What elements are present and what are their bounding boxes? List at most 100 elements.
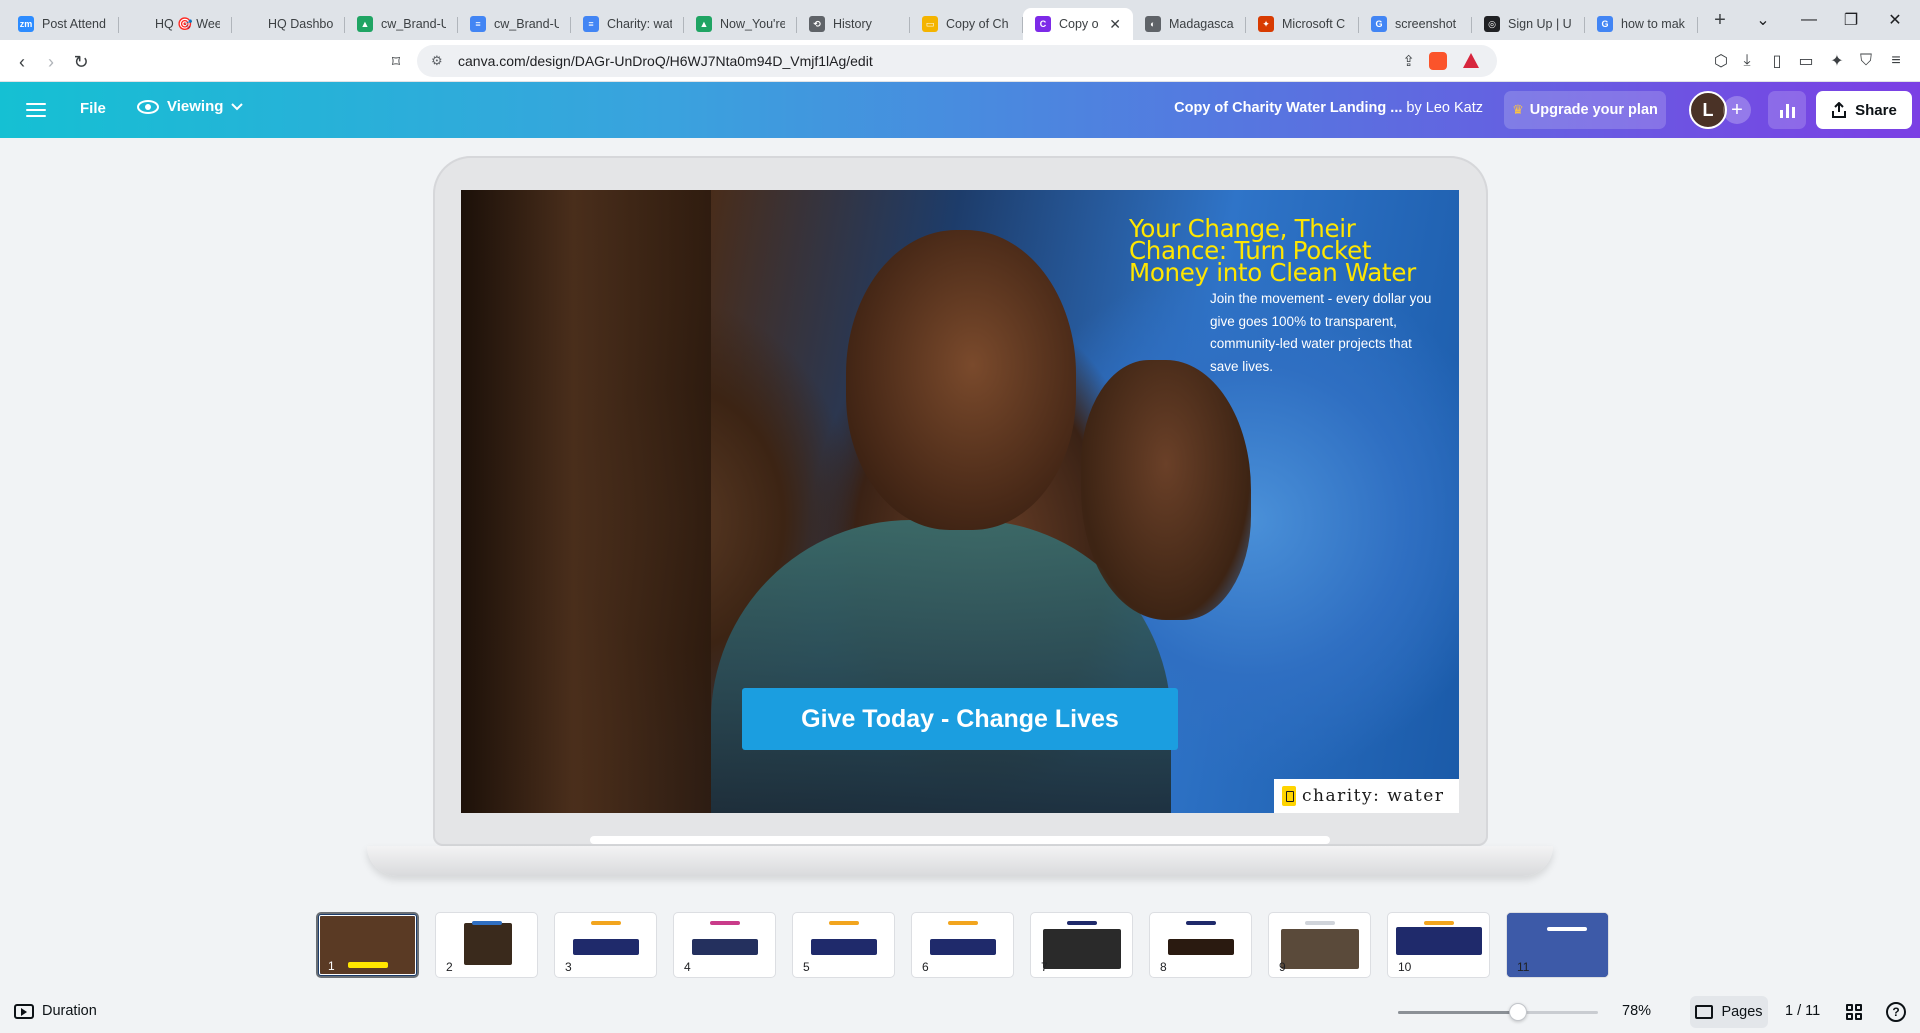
thumbnail-preview-block <box>464 923 512 965</box>
tab-favicon-icon: C <box>1035 16 1051 32</box>
browser-tab[interactable]: Ghow to mak <box>1585 8 1698 40</box>
menu-icon[interactable]: ≡ <box>1886 51 1906 71</box>
tab-favicon-icon: ▲ <box>696 16 712 32</box>
pages-button[interactable]: Pages <box>1690 996 1768 1028</box>
page-thumbnail[interactable]: 10 <box>1387 912 1490 978</box>
zoom-level[interactable]: 78% <box>1622 1003 1651 1019</box>
page-thumbnail[interactable]: 4 <box>673 912 776 978</box>
upgrade-plan-button[interactable]: ♛ Upgrade your plan <box>1504 91 1666 129</box>
browser-tab[interactable]: zm Post Attend <box>6 8 119 40</box>
browser-tab[interactable]: ✦ Microsoft C <box>1246 8 1359 40</box>
leo-ai-icon[interactable]: ✦ <box>1827 51 1847 71</box>
page-counter: 1 / 11 <box>1785 1003 1821 1019</box>
tree-trunk-photo <box>461 190 711 813</box>
tab-title: Post Attend <box>42 17 106 31</box>
tab-favicon-icon <box>244 16 260 32</box>
wallet-icon[interactable]: ▭ <box>1796 51 1816 71</box>
download-icon[interactable]: ⤓ <box>1737 51 1757 71</box>
page-thumbnail[interactable]: 2 <box>435 912 538 978</box>
file-menu[interactable]: File <box>80 100 106 117</box>
tab-favicon-icon: ▲ <box>357 16 373 32</box>
browser-tab[interactable]: ◐ Madagasca <box>1133 8 1246 40</box>
thumbnail-page-number: 9 <box>1279 960 1286 974</box>
close-window-button[interactable]: ✕ <box>1872 0 1918 40</box>
page-thumbnail[interactable]: 1 <box>316 912 419 978</box>
address-bar[interactable]: ⚙ canva.com/design/DAGr-UnDroQ/H6WJ7Nta0… <box>417 45 1497 77</box>
eye-icon <box>137 99 159 114</box>
viewing-mode-dropdown[interactable]: Viewing <box>137 98 244 115</box>
insights-chart-icon[interactable] <box>1768 91 1806 129</box>
thumbnail-preview-block <box>692 939 758 955</box>
close-tab-icon[interactable]: ✕ <box>1109 16 1121 33</box>
page-thumbnail[interactable]: 11 <box>1506 912 1609 978</box>
sidebar-icon[interactable]: ▯ <box>1767 51 1787 71</box>
browser-tab[interactable]: ≡ cw_Brand-U <box>458 8 571 40</box>
thumbnail-accent-block <box>472 921 502 925</box>
restore-button[interactable]: ❐ <box>1828 0 1874 40</box>
tab-favicon-icon: ▭ <box>922 16 938 32</box>
tab-favicon-icon: ≡ <box>470 16 486 32</box>
tab-search-icon[interactable]: ⌄ <box>1740 0 1786 40</box>
brave-rewards-icon[interactable] <box>1463 53 1479 68</box>
thumbnail-page-number: 3 <box>565 960 572 974</box>
bookmark-icon[interactable]: ⌑ <box>383 49 409 75</box>
page-thumbnail[interactable]: 5 <box>792 912 895 978</box>
tab-title: cw_Brand-U <box>494 17 559 31</box>
browser-tab[interactable]: HQ Dashboard <box>232 8 345 40</box>
tab-title: screenshot <box>1395 17 1457 31</box>
zoom-slider-handle[interactable] <box>1509 1003 1527 1021</box>
give-today-button[interactable]: Give Today - Change Lives <box>742 688 1178 750</box>
share-page-icon[interactable]: ⇪ <box>1402 52 1415 70</box>
thumbnail-accent-block <box>710 921 740 925</box>
tab-title: HQ Dashboard <box>268 17 333 31</box>
tab-favicon-icon: ◎ <box>1484 16 1500 32</box>
main-menu-icon[interactable] <box>26 100 46 120</box>
design-owner: by Leo Katz <box>1406 100 1483 116</box>
tab-title: Copy o <box>1059 17 1099 31</box>
laptop-mockup-hinge <box>590 836 1330 844</box>
logo-wordmark: charity: water <box>1302 786 1445 806</box>
thumbnail-preview-block <box>1043 929 1121 969</box>
duration-button[interactable]: Duration <box>14 1003 97 1019</box>
browser-tab[interactable]: HQ 🎯 Week 1 <box>119 8 232 40</box>
zoom-slider[interactable] <box>1398 1003 1598 1021</box>
browser-tab[interactable]: ▭ Copy of Ch <box>910 8 1023 40</box>
brave-shields-icon[interactable] <box>1429 52 1447 70</box>
add-collaborator-button[interactable]: + <box>1723 96 1751 124</box>
site-info-icon[interactable]: ⚙ <box>431 53 443 69</box>
design-title[interactable]: Copy of Charity Water Landing ... by Leo… <box>1128 100 1483 116</box>
browser-tab[interactable]: ▲ cw_Brand-U <box>345 8 458 40</box>
browser-tab[interactable]: ⟲ History <box>797 8 910 40</box>
slide-1-canvas[interactable]: Your Change, Their Chance: Turn Pocket M… <box>461 190 1459 813</box>
new-tab-button[interactable]: + <box>1704 4 1736 36</box>
share-button[interactable]: Share <box>1816 91 1912 129</box>
slide-headline[interactable]: Your Change, Their Chance: Turn Pocket M… <box>1129 216 1449 285</box>
browser-tab[interactable]: ◎ Sign Up | U <box>1472 8 1585 40</box>
help-icon[interactable]: ? <box>1886 1002 1906 1022</box>
browser-tab[interactable]: ≡ Charity: wat <box>571 8 684 40</box>
vpn-shield-icon[interactable]: ⛉ <box>1856 51 1876 71</box>
minimize-button[interactable]: — <box>1786 0 1832 40</box>
page-thumbnail[interactable]: 7 <box>1030 912 1133 978</box>
page-thumbnail[interactable]: 3 <box>554 912 657 978</box>
page-thumbnail[interactable]: 6 <box>911 912 1014 978</box>
tab-title: Sign Up | U <box>1508 17 1572 31</box>
back-arrow-icon[interactable]: ‹ <box>9 49 35 75</box>
url-text[interactable]: canva.com/design/DAGr-UnDroQ/H6WJ7Nta0m9… <box>458 53 873 69</box>
browser-tab[interactable]: Gscreenshot <box>1359 8 1472 40</box>
reload-icon[interactable]: ↻ <box>68 49 94 75</box>
extensions-icon[interactable]: ⬡ <box>1711 51 1731 71</box>
slide-subtext[interactable]: Join the movement - every dollar you giv… <box>1210 288 1440 378</box>
tab-favicon-icon <box>131 16 147 32</box>
grid-view-icon[interactable] <box>1846 1004 1862 1020</box>
browser-tab[interactable]: C Copy o ✕ <box>1023 8 1133 40</box>
thumbnail-preview-block <box>1396 927 1482 955</box>
viewing-label: Viewing <box>167 98 224 115</box>
tab-title: how to mak <box>1621 17 1685 31</box>
avatar[interactable]: L <box>1689 91 1727 129</box>
page-thumbnail[interactable]: 9 <box>1268 912 1371 978</box>
forward-arrow-icon[interactable]: › <box>38 49 64 75</box>
browser-tab[interactable]: ▲ Now_You're <box>684 8 797 40</box>
page-thumbnail[interactable]: 8 <box>1149 912 1252 978</box>
tab-favicon-icon: G <box>1371 16 1387 32</box>
